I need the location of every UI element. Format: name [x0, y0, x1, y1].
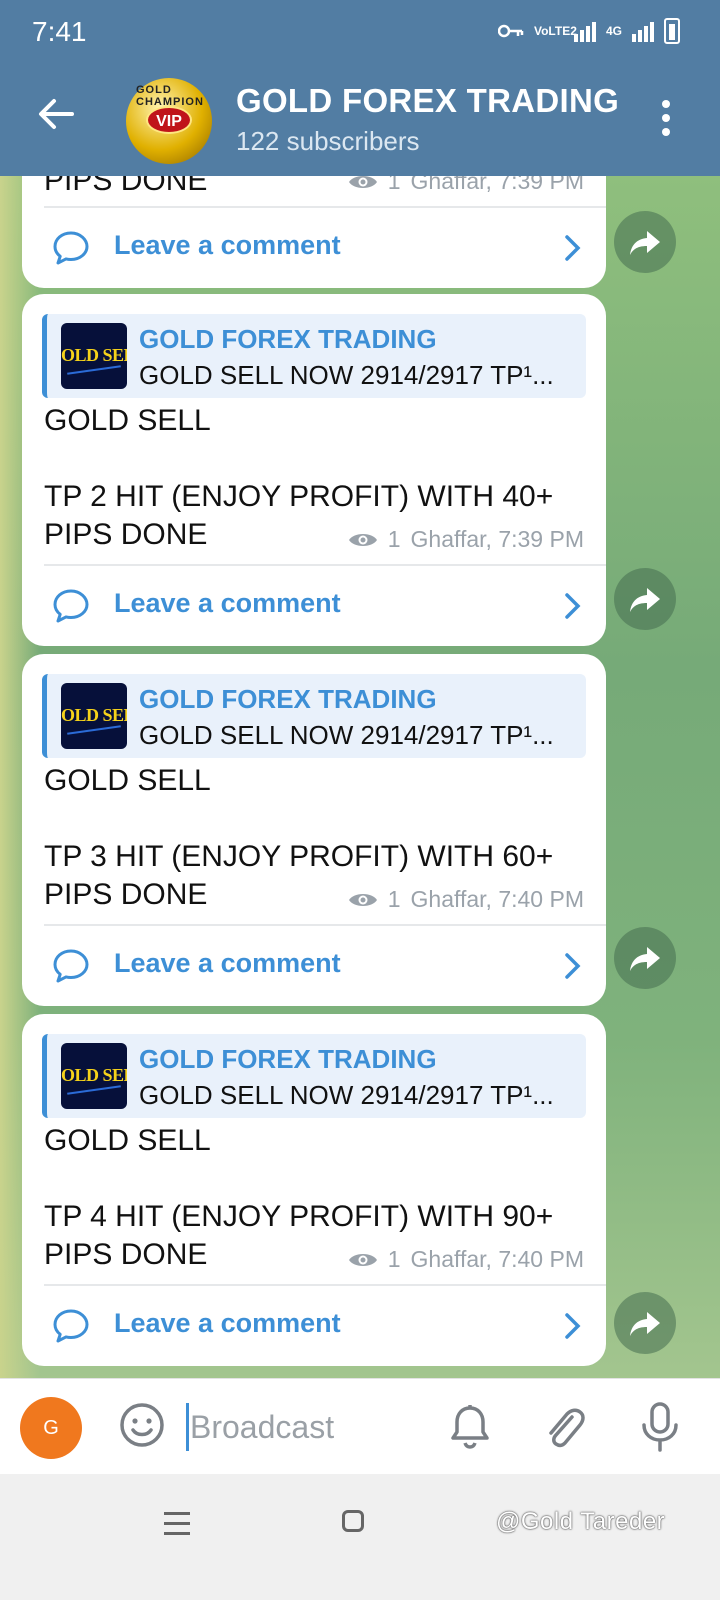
broadcast-input[interactable] [190, 1403, 420, 1451]
thumbnail-text: OLD SEL [61, 1065, 127, 1085]
message-meta: 1 Ghaffar, 7:40 PM [348, 1246, 584, 1273]
quote-channel-name: GOLD FOREX TRADING [139, 324, 437, 354]
leave-comment-label: Leave a comment [114, 230, 341, 260]
leave-comment-label: Leave a comment [114, 1308, 341, 1338]
view-count: 1 [387, 1246, 401, 1272]
bell-icon[interactable] [448, 1403, 492, 1451]
share-button[interactable] [614, 211, 676, 273]
quote-text: GOLD SELL NOW 2914/2917 TP¹... [139, 1080, 554, 1110]
message-meta: 1 Ghaffar, 7:39 PM [348, 176, 584, 195]
comment-bubble-icon [53, 949, 89, 983]
back-arrow-icon[interactable] [36, 94, 76, 134]
quote-thumbnail: OLD SEL [61, 1043, 127, 1109]
share-arrow-icon [630, 947, 660, 971]
quote-text: GOLD SELL NOW 2914/2917 TP¹... [139, 360, 554, 390]
message-text: PIPS DONE [44, 176, 208, 197]
reply-quote[interactable]: OLD SEL GOLD FOREX TRADING GOLD SELL NOW… [42, 674, 586, 758]
author-time: Ghaffar, 7:39 PM [410, 526, 584, 552]
author-time: Ghaffar, 7:40 PM [410, 1246, 584, 1272]
battery-icon [664, 18, 680, 44]
share-arrow-icon [630, 231, 660, 255]
share-arrow-icon [630, 588, 660, 612]
channel-title[interactable]: GOLD FOREX TRADING [236, 82, 619, 120]
share-arrow-icon [630, 1312, 660, 1336]
views-eye-icon [348, 176, 377, 188]
channel-header: GOLD CHAMPION VIP GOLD FOREX TRADING 122… [0, 64, 720, 176]
status-bar: 7:41 VoLTE2 4G [0, 0, 720, 64]
chat-area[interactable]: PIPS DONE 1 Ghaffar, 7:39 PM Leave a com… [0, 176, 720, 1406]
message-meta: 1 Ghaffar, 7:40 PM [348, 886, 584, 913]
reply-quote[interactable]: OLD SEL GOLD FOREX TRADING GOLD SELL NOW… [42, 314, 586, 398]
network-type: 4G [605, 24, 622, 38]
signal-icon [573, 20, 596, 42]
status-icons: VoLTE2 4G [497, 18, 680, 44]
chevron-right-icon [565, 1313, 581, 1339]
leave-comment-button[interactable]: Leave a comment [22, 566, 606, 646]
chevron-right-icon [565, 953, 581, 979]
view-count: 1 [387, 526, 401, 552]
send-as-avatar[interactable]: G [20, 1397, 82, 1459]
views-eye-icon [348, 533, 377, 546]
share-button[interactable] [614, 568, 676, 630]
comment-bubble-icon [53, 589, 89, 623]
volte-label: VoLTE2 [533, 24, 577, 38]
leave-comment-button[interactable]: Leave a comment [22, 926, 606, 1006]
thumbnail-text: OLD SEL [61, 705, 127, 725]
home-button[interactable] [342, 1510, 364, 1532]
message-bubble[interactable]: PIPS DONE 1 Ghaffar, 7:39 PM Leave a com… [22, 176, 606, 288]
recent-apps-button[interactable] [164, 1512, 190, 1536]
reply-quote[interactable]: OLD SEL GOLD FOREX TRADING GOLD SELL NOW… [42, 1034, 586, 1118]
message-bubble[interactable]: OLD SEL GOLD FOREX TRADING GOLD SELL NOW… [22, 1014, 606, 1366]
chevron-right-icon [565, 235, 581, 261]
quote-channel-name: GOLD FOREX TRADING [139, 1044, 437, 1074]
system-nav-bar: @Gold Tareder [0, 1474, 720, 1600]
chevron-right-icon [565, 593, 581, 619]
leave-comment-button[interactable]: Leave a comment [22, 1286, 606, 1366]
more-options-icon[interactable] [662, 100, 672, 136]
view-count: 1 [387, 176, 401, 194]
channel-avatar[interactable]: GOLD CHAMPION VIP [126, 78, 212, 164]
share-button[interactable] [614, 927, 676, 989]
share-button[interactable] [614, 1292, 676, 1354]
quote-channel-name: GOLD FOREX TRADING [139, 684, 437, 714]
watermark-text: @Gold Tareder [496, 1508, 666, 1535]
author-time: Ghaffar, 7:40 PM [410, 886, 584, 912]
message-composer: G [0, 1378, 720, 1474]
vpn-key-icon [497, 24, 524, 38]
attachment-icon[interactable] [542, 1403, 586, 1451]
comment-bubble-icon [53, 231, 89, 265]
top-bar: 7:41 VoLTE2 4G GOLD CHAMPION VIP GOLD FO… [0, 0, 720, 176]
quote-thumbnail: OLD SEL [61, 323, 127, 389]
avatar-ring-text: GOLD CHAMPION [136, 84, 204, 108]
status-time: 7:41 [32, 16, 87, 47]
leave-comment-label: Leave a comment [114, 588, 341, 618]
quote-text: GOLD SELL NOW 2914/2917 TP¹... [139, 720, 554, 750]
subscriber-count: 122 subscribers [236, 126, 420, 156]
views-eye-icon [348, 1253, 377, 1266]
text-cursor [186, 1403, 189, 1451]
avatar-vip-badge: VIP [146, 106, 192, 134]
message-bubble[interactable]: OLD SEL GOLD FOREX TRADING GOLD SELL NOW… [22, 654, 606, 1006]
views-eye-icon [348, 893, 377, 906]
signal-icon-2 [632, 20, 654, 42]
view-count: 1 [387, 886, 401, 912]
leave-comment-label: Leave a comment [114, 948, 341, 978]
thumbnail-text: OLD SEL [61, 345, 127, 365]
leave-comment-button[interactable]: Leave a comment [22, 208, 606, 288]
message-meta: 1 Ghaffar, 7:39 PM [348, 526, 584, 553]
comment-bubble-icon [53, 1309, 89, 1343]
author-time: Ghaffar, 7:39 PM [410, 176, 584, 194]
microphone-icon[interactable] [638, 1401, 682, 1453]
emoji-icon[interactable] [118, 1401, 166, 1449]
quote-thumbnail: OLD SEL [61, 683, 127, 749]
message-bubble[interactable]: OLD SEL GOLD FOREX TRADING GOLD SELL NOW… [22, 294, 606, 646]
